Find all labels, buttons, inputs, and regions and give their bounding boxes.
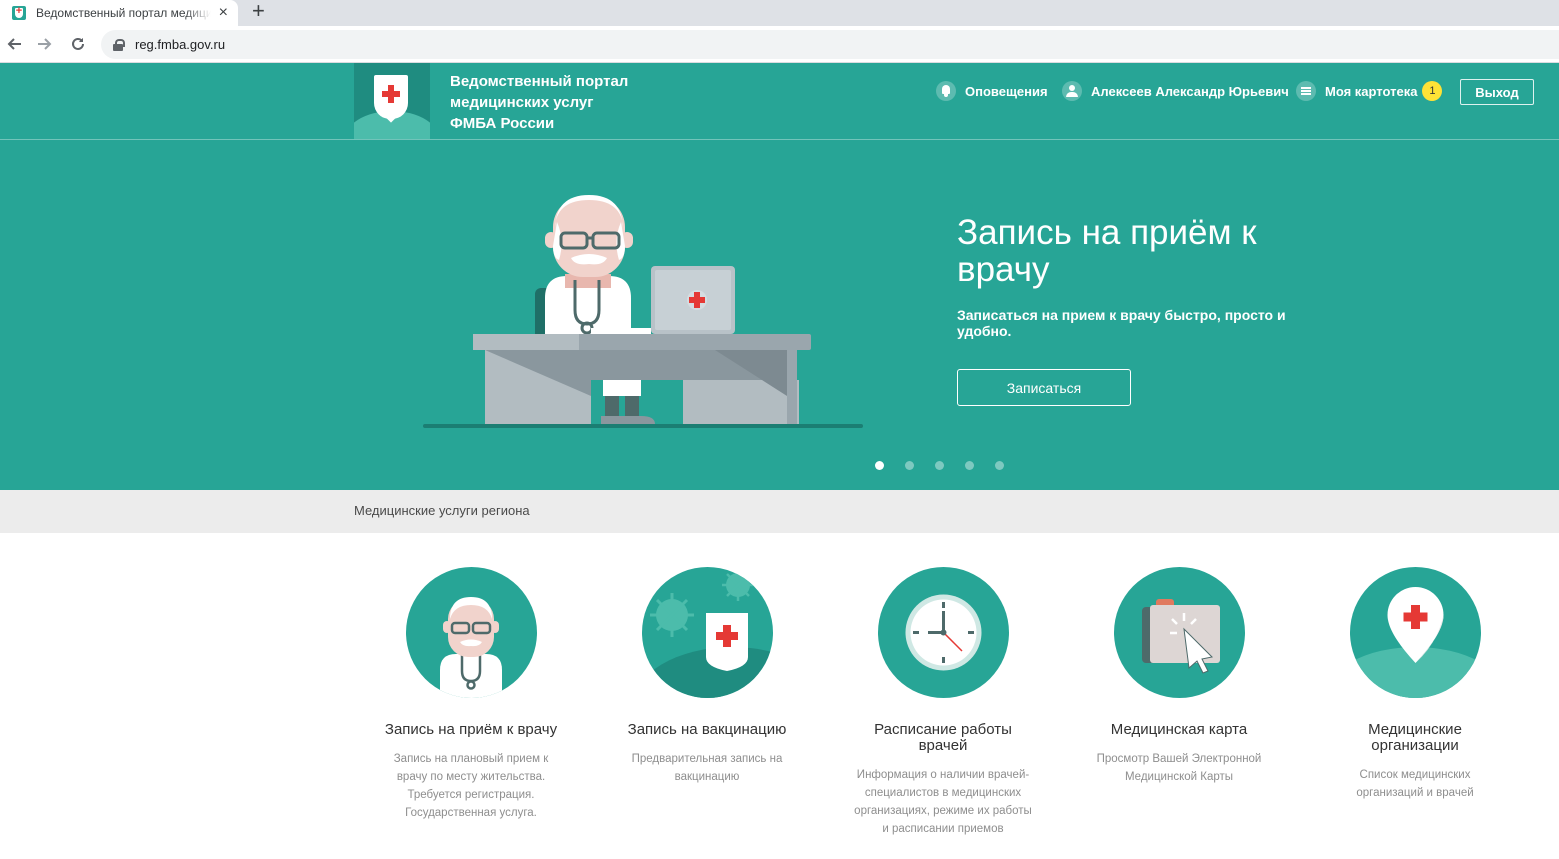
shield-cross-icon bbox=[374, 75, 408, 119]
address-bar[interactable]: reg.fmba.gov.ru bbox=[101, 30, 1559, 59]
url-text: reg.fmba.gov.ru bbox=[135, 37, 226, 52]
service-card-appointment[interactable]: Запись на приём к врачу Запись на планов… bbox=[381, 567, 561, 822]
browser-toolbar: reg.fmba.gov.ru bbox=[0, 26, 1559, 63]
carousel-dot-5[interactable] bbox=[995, 461, 1004, 470]
tab-close-icon[interactable]: × bbox=[219, 4, 228, 22]
service-description: Просмотр Вашей Электронной Медицинской К… bbox=[1096, 753, 1262, 783]
doctor-icon bbox=[405, 567, 537, 698]
service-title: Медицинские организации bbox=[1368, 721, 1462, 754]
browser-tabstrip: Ведомственный портал медицинских услуг ×… bbox=[0, 0, 1559, 26]
service-title: Запись на вакцинацию bbox=[627, 721, 787, 738]
browser-tab[interactable]: Ведомственный портал медицинских услуг × bbox=[0, 0, 238, 26]
service-description: Предварительная запись на вакцинацию bbox=[631, 753, 783, 783]
user-icon bbox=[1062, 81, 1082, 101]
forward-arrow-icon[interactable] bbox=[33, 32, 57, 56]
section-title: Медицинские услуги региона bbox=[354, 503, 530, 518]
medical-folder-icon bbox=[1113, 567, 1245, 698]
doctor-at-desk-illustration bbox=[423, 195, 863, 428]
lock-icon bbox=[113, 38, 125, 51]
hero-subtitle: Записаться на прием к врачу быстро, прос… bbox=[957, 307, 1286, 339]
service-card-vaccination[interactable]: Запись на вакцинацию Предварительная зап… bbox=[617, 567, 797, 786]
section-header: Медицинские услуги региона bbox=[0, 490, 1559, 533]
my-card-link[interactable]: Моя картотека 1 bbox=[1296, 81, 1443, 101]
site-logo[interactable] bbox=[354, 63, 430, 139]
back-arrow-icon[interactable] bbox=[2, 32, 26, 56]
vaccine-shield-icon bbox=[641, 567, 773, 698]
map-pin-icon bbox=[1349, 567, 1481, 698]
user-profile-link[interactable]: Алексеев Александр Юрьевич bbox=[1062, 81, 1289, 101]
list-icon bbox=[1296, 81, 1316, 101]
hero-title: Запись на приём к врачу bbox=[957, 213, 1257, 289]
carousel-dot-1[interactable] bbox=[875, 461, 884, 470]
carousel-dot-3[interactable] bbox=[935, 461, 944, 470]
logout-button[interactable]: Выход bbox=[1460, 79, 1534, 105]
site-favicon-icon bbox=[12, 4, 26, 20]
carousel-dot-4[interactable] bbox=[965, 461, 974, 470]
bell-icon bbox=[936, 81, 956, 101]
user-name: Алексеев Александр Юрьевич bbox=[1091, 83, 1289, 99]
clock-icon bbox=[877, 567, 1009, 698]
site-header: Ведомственный портал медицинских услуг Ф… bbox=[0, 63, 1559, 140]
service-description: Информация о наличии врачей-специалистов… bbox=[854, 769, 1032, 835]
service-description: Запись на плановый прием к врачу по мест… bbox=[393, 753, 549, 819]
service-card-medical-record[interactable]: Медицинская карта Просмотр Вашей Электро… bbox=[1089, 567, 1269, 786]
reload-icon[interactable] bbox=[66, 32, 90, 56]
carousel-pagination bbox=[875, 461, 1025, 470]
book-appointment-button[interactable]: Записаться bbox=[957, 369, 1131, 406]
service-card-schedule[interactable]: Расписание работы врачей Информация о на… bbox=[853, 567, 1033, 838]
service-card-organizations[interactable]: Медицинские организации Список медицинск… bbox=[1325, 567, 1505, 802]
tab-title: Ведомственный портал медицинских услуг bbox=[36, 6, 211, 20]
notifications-link[interactable]: Оповещения bbox=[936, 81, 1048, 101]
service-title: Расписание работы врачей bbox=[874, 721, 1012, 754]
my-card-count-badge: 1 bbox=[1422, 81, 1443, 101]
my-card-label: Моя картотека bbox=[1325, 83, 1418, 99]
new-tab-icon[interactable]: + bbox=[252, 0, 265, 22]
notifications-label: Оповещения bbox=[965, 83, 1048, 99]
carousel-dot-2[interactable] bbox=[905, 461, 914, 470]
service-title: Запись на приём к врачу bbox=[384, 721, 558, 738]
service-description: Список медицинских организаций и врачей bbox=[1356, 769, 1474, 799]
site-title[interactable]: Ведомственный портал медицинских услуг Ф… bbox=[450, 71, 650, 134]
service-title: Медицинская карта bbox=[1110, 721, 1248, 738]
hero-banner: Запись на приём к врачу Записаться на пр… bbox=[0, 140, 1559, 490]
